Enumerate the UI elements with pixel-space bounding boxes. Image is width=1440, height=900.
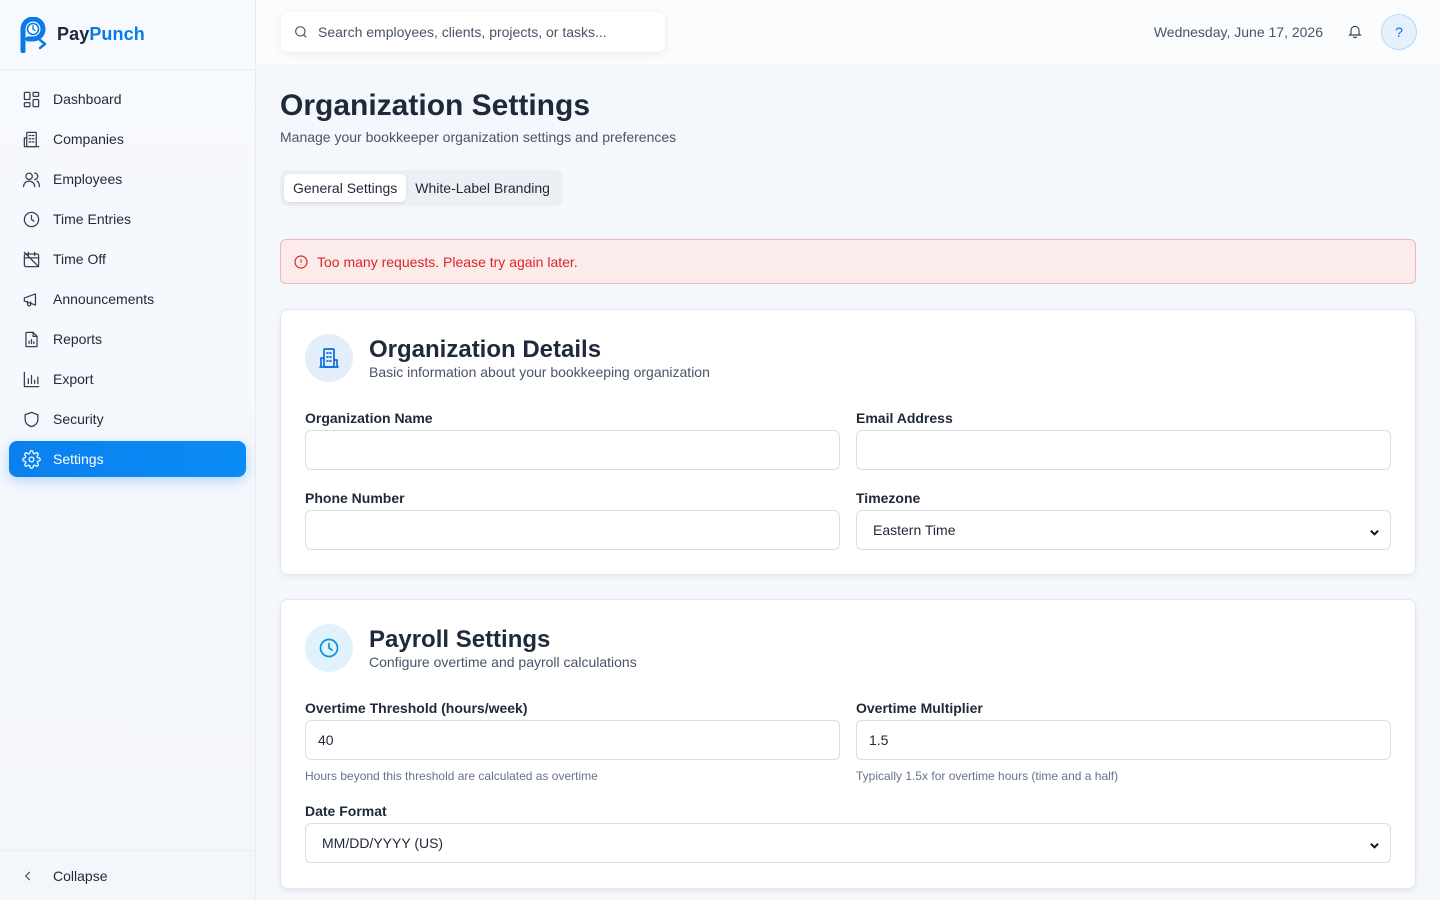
sidebar-item-label: Time Off — [53, 251, 106, 267]
sidebar-item-security[interactable]: Security — [9, 401, 246, 437]
page-subtitle: Manage your bookkeeper organization sett… — [280, 129, 677, 145]
users-icon — [21, 169, 41, 189]
sidebar-item-time-entries[interactable]: Time Entries — [9, 201, 246, 237]
overtime-multiplier-input[interactable]: 1.5 — [856, 720, 1391, 760]
collapse-button[interactable]: Collapse — [0, 850, 255, 900]
phone-label: Phone Number — [305, 490, 405, 506]
overtime-threshold-label: Overtime Threshold (hours/week) — [305, 700, 528, 716]
notifications-button[interactable] — [1347, 23, 1365, 41]
org-name-input[interactable] — [305, 430, 840, 470]
timezone-value: Eastern Time — [873, 522, 956, 538]
sidebar-item-label: Security — [53, 411, 104, 427]
timezone-label: Timezone — [856, 490, 921, 506]
section-title: Organization Details — [369, 336, 602, 363]
logo[interactable]: PayPunch — [0, 0, 255, 70]
email-label: Email Address — [856, 410, 953, 426]
settings-tabs: General Settings White-Label Branding — [280, 170, 563, 206]
error-alert: Too many requests. Please try again late… — [280, 239, 1416, 284]
sidebar: PayPunch Dashboard Companies Employees T… — [0, 0, 256, 900]
sidebar-item-label: Settings — [53, 451, 104, 467]
report-icon — [21, 329, 41, 349]
chevron-down-icon — [1369, 525, 1380, 536]
section-title: Payroll Settings — [369, 626, 551, 653]
sidebar-item-label: Announcements — [53, 291, 155, 307]
alert-message: Too many requests. Please try again late… — [317, 253, 578, 270]
clock-icon — [305, 624, 353, 672]
sidebar-item-label: Companies — [53, 131, 124, 147]
sidebar-nav: Dashboard Companies Employees Time Entri… — [0, 70, 255, 477]
bell-icon — [1348, 25, 1362, 39]
phone-input[interactable] — [305, 510, 840, 550]
chevron-down-icon — [1369, 838, 1380, 849]
topbar: Wednesday, June 17, 2026 ? — [256, 0, 1440, 64]
shield-icon — [21, 409, 41, 429]
tab-white-label-branding[interactable]: White-Label Branding — [406, 174, 559, 202]
section-subtitle: Basic information about your bookkeeping… — [369, 364, 710, 380]
sidebar-item-announcements[interactable]: Announcements — [9, 281, 246, 317]
overtime-multiplier-label: Overtime Multiplier — [856, 700, 983, 716]
search-icon — [295, 26, 307, 38]
overtime-threshold-help: Hours beyond this threshold are calculat… — [305, 769, 598, 783]
sidebar-item-label: Reports — [53, 331, 103, 347]
bar-chart-icon — [21, 369, 41, 389]
sidebar-item-reports[interactable]: Reports — [9, 321, 246, 357]
main-content: Organization Settings Manage your bookke… — [280, 64, 1416, 889]
date-format-label: Date Format — [305, 803, 387, 819]
payroll-settings-card: Payroll Settings Configure overtime and … — [280, 599, 1416, 889]
building-icon — [305, 334, 353, 382]
current-date: Wednesday, June 17, 2026 — [1153, 24, 1323, 40]
calendar-off-icon — [21, 249, 41, 269]
date-format-value: MM/DD/YYYY (US) — [322, 835, 444, 851]
sidebar-item-label: Time Entries — [53, 211, 132, 227]
email-input[interactable] — [856, 430, 1391, 470]
sidebar-item-label: Dashboard — [53, 91, 122, 107]
sidebar-item-label: Employees — [53, 171, 123, 187]
collapse-label: Collapse — [53, 867, 108, 884]
dashboard-icon — [21, 89, 41, 109]
section-subtitle: Configure overtime and payroll calculati… — [369, 654, 637, 670]
building-icon — [21, 129, 41, 149]
timezone-select[interactable]: Eastern Time — [856, 510, 1391, 550]
sidebar-item-companies[interactable]: Companies — [9, 121, 246, 157]
logo-icon — [20, 16, 47, 53]
date-format-select[interactable]: MM/DD/YYYY (US) — [305, 823, 1391, 863]
overtime-multiplier-help: Typically 1.5x for overtime hours (time … — [856, 769, 1119, 783]
overtime-threshold-input[interactable]: 40 — [305, 720, 840, 760]
megaphone-icon — [21, 289, 41, 309]
help-button[interactable]: ? — [1381, 14, 1417, 50]
alert-circle-icon — [294, 254, 308, 269]
page-title: Organization Settings — [280, 89, 591, 122]
organization-details-card: Organization Details Basic information a… — [280, 309, 1416, 575]
sidebar-item-settings[interactable]: Settings — [9, 441, 246, 477]
chevron-left-icon — [24, 871, 31, 880]
sidebar-item-dashboard[interactable]: Dashboard — [9, 81, 246, 117]
tab-general-settings[interactable]: General Settings — [284, 174, 407, 202]
app-name: PayPunch — [57, 24, 145, 44]
gear-icon — [21, 449, 41, 469]
sidebar-item-employees[interactable]: Employees — [9, 161, 246, 197]
search-input[interactable] — [318, 24, 648, 40]
sidebar-item-time-off[interactable]: Time Off — [9, 241, 246, 277]
clock-icon — [21, 209, 41, 229]
sidebar-item-label: Export — [53, 371, 94, 387]
org-name-label: Organization Name — [305, 410, 433, 426]
search-box[interactable] — [281, 12, 665, 52]
sidebar-item-export[interactable]: Export — [9, 361, 246, 397]
